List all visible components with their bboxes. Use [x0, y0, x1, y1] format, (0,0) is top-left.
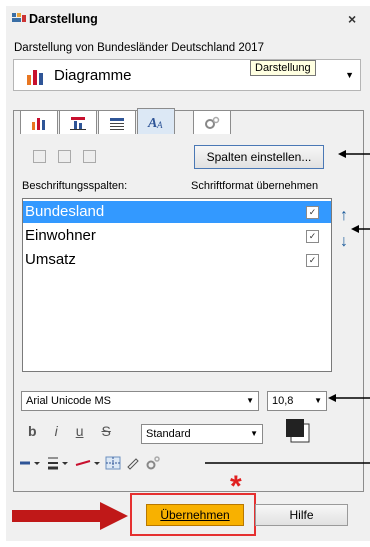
- arrow-right-icon: [12, 502, 128, 530]
- arrow-left-icon: [338, 150, 370, 158]
- annotation-arrows: [12, 150, 370, 530]
- arrow-left-icon: [351, 225, 370, 233]
- arrow-left-icon: [328, 394, 370, 402]
